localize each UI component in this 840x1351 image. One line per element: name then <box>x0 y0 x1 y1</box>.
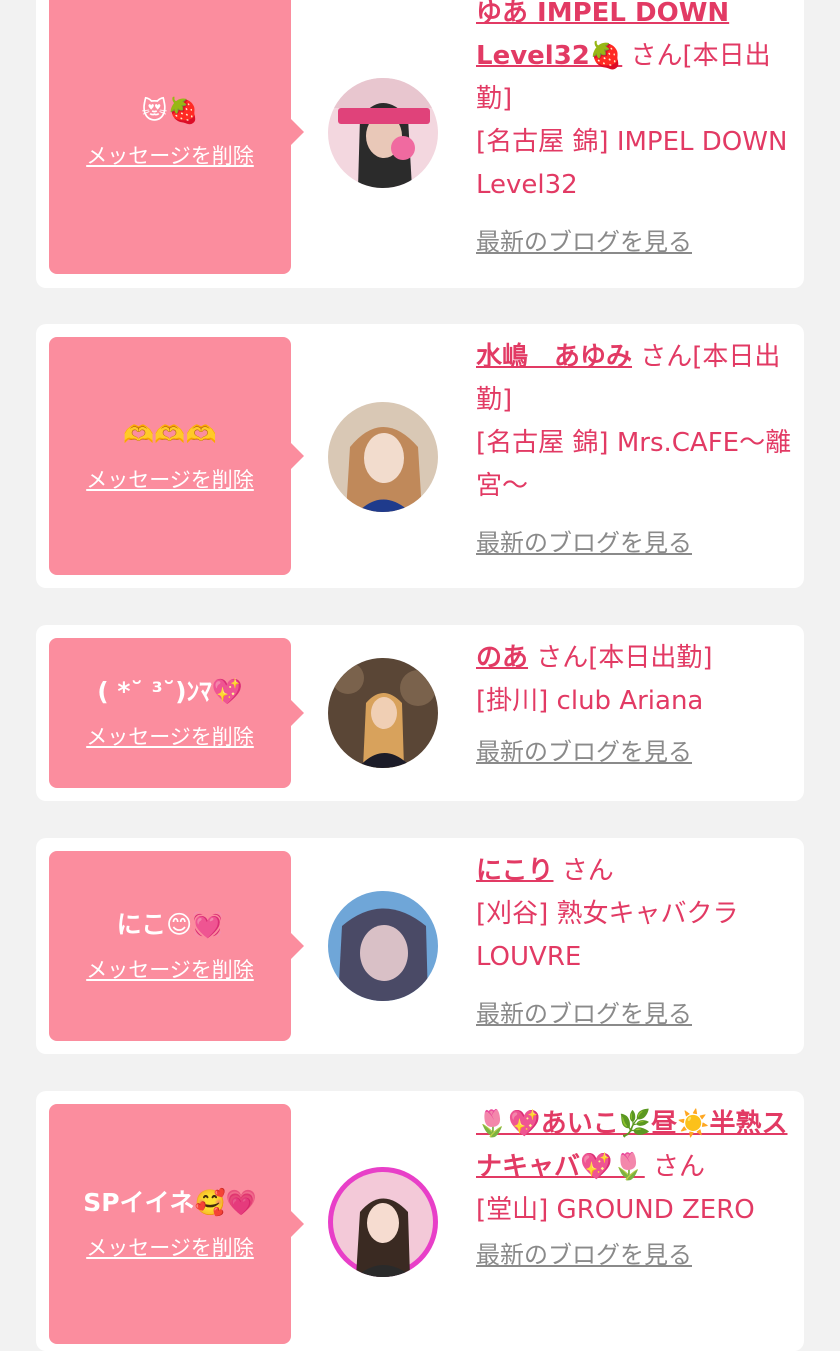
avatar-photo <box>328 891 438 1001</box>
message-text: にこ😊💓 <box>116 910 224 939</box>
cast-info: のあ さん[本日出勤] [掛川] club Ariana 最新のブログを見る <box>476 637 792 774</box>
cast-info: 水嶋 あゆみ さん[本日出勤] [名古屋 錦] Mrs.CAFE～離宮～ 最新の… <box>476 336 792 565</box>
avatar[interactable] <box>328 891 438 1001</box>
message-text: SPイイネ🥰💗 <box>83 1188 257 1217</box>
latest-blog-link[interactable]: 最新のブログを見る <box>476 1234 692 1277</box>
shop-name: [掛川] club Ariana <box>476 686 704 716</box>
delete-message-link[interactable]: メッセージを削除 <box>86 464 254 494</box>
avatar-photo <box>328 1167 438 1277</box>
like-card: 😻🍓 メッセージを削除 ゆあ IMPEL DOWN Level32🍓 さん[本日… <box>36 0 804 288</box>
message-bubble: ( *˘ ³˘)ﾝﾏ💖 メッセージを削除 <box>49 638 304 788</box>
like-card: SPイイネ🥰💗 メッセージを削除 🌷💖あいこ🌿昼☀️半熟スナキャバ💖🌷 さん [… <box>36 1091 804 1351</box>
delete-message-link[interactable]: メッセージを削除 <box>86 954 254 984</box>
avatar[interactable] <box>328 402 438 512</box>
shop-name: [名古屋 錦] Mrs.CAFE～離宮～ <box>476 428 792 501</box>
delete-message-link[interactable]: メッセージを削除 <box>86 1232 254 1262</box>
delete-message-link[interactable]: メッセージを削除 <box>86 721 254 751</box>
message-text: ( *˘ ³˘)ﾝﾏ💖 <box>97 677 243 706</box>
avatar-photo <box>328 402 438 512</box>
like-card: ( *˘ ³˘)ﾝﾏ💖 メッセージを削除 のあ さん[本日出勤] [掛川] cl… <box>36 625 804 801</box>
like-card: 🫶🫶🫶 メッセージを削除 水嶋 あゆみ さん[本日出勤] [名古屋 錦] Mrs… <box>36 324 804 588</box>
message-bubble: 🫶🫶🫶 メッセージを削除 <box>49 337 304 575</box>
cast-name-link[interactable]: にこり <box>476 856 553 886</box>
avatar-photo <box>328 658 438 768</box>
latest-blog-link[interactable]: 最新のブログを見る <box>476 731 692 774</box>
avatar[interactable] <box>328 658 438 768</box>
message-bubble: 😻🍓 メッセージを削除 <box>49 0 304 274</box>
latest-blog-link[interactable]: 最新のブログを見る <box>476 522 692 565</box>
delete-message-link[interactable]: メッセージを削除 <box>86 140 254 170</box>
cast-name-link[interactable]: のあ <box>476 643 528 673</box>
shop-name: [刈谷] 熟女キャバクラ LOUVRE <box>476 899 739 972</box>
like-card: にこ😊💓 メッセージを削除 にこり さん [刈谷] 熟女キャバクラ LOUVRE… <box>36 838 804 1054</box>
san-status: さん[本日出勤] <box>536 643 713 673</box>
message-bubble: SPイイネ🥰💗 メッセージを削除 <box>49 1104 304 1344</box>
shop-name: [名古屋 錦] IMPEL DOWN Level32 <box>476 127 788 200</box>
cast-name-link[interactable]: 水嶋 あゆみ <box>476 342 632 372</box>
san-status: さん <box>653 1152 706 1182</box>
message-text: 😻🍓 <box>141 96 199 125</box>
cast-info: にこり さん [刈谷] 熟女キャバクラ LOUVRE 最新のブログを見る <box>476 850 792 1036</box>
cast-name-link[interactable]: 🌷💖あいこ🌿昼☀️半熟スナキャバ💖🌷 <box>476 1109 788 1182</box>
san-status: さん <box>561 856 614 886</box>
cast-info: 🌷💖あいこ🌿昼☀️半熟スナキャバ💖🌷 さん [堂山] GROUND ZERO 最… <box>476 1103 792 1277</box>
avatar[interactable] <box>328 78 438 188</box>
avatar-photo <box>328 78 438 188</box>
message-bubble: にこ😊💓 メッセージを削除 <box>49 851 304 1041</box>
message-text: 🫶🫶🫶 <box>123 420 217 449</box>
latest-blog-link[interactable]: 最新のブログを見る <box>476 221 692 264</box>
shop-name: [堂山] GROUND ZERO <box>476 1195 755 1225</box>
avatar[interactable] <box>328 1167 438 1277</box>
cast-info: ゆあ IMPEL DOWN Level32🍓 さん[本日出勤] [名古屋 錦] … <box>476 0 792 264</box>
latest-blog-link[interactable]: 最新のブログを見る <box>476 993 692 1036</box>
